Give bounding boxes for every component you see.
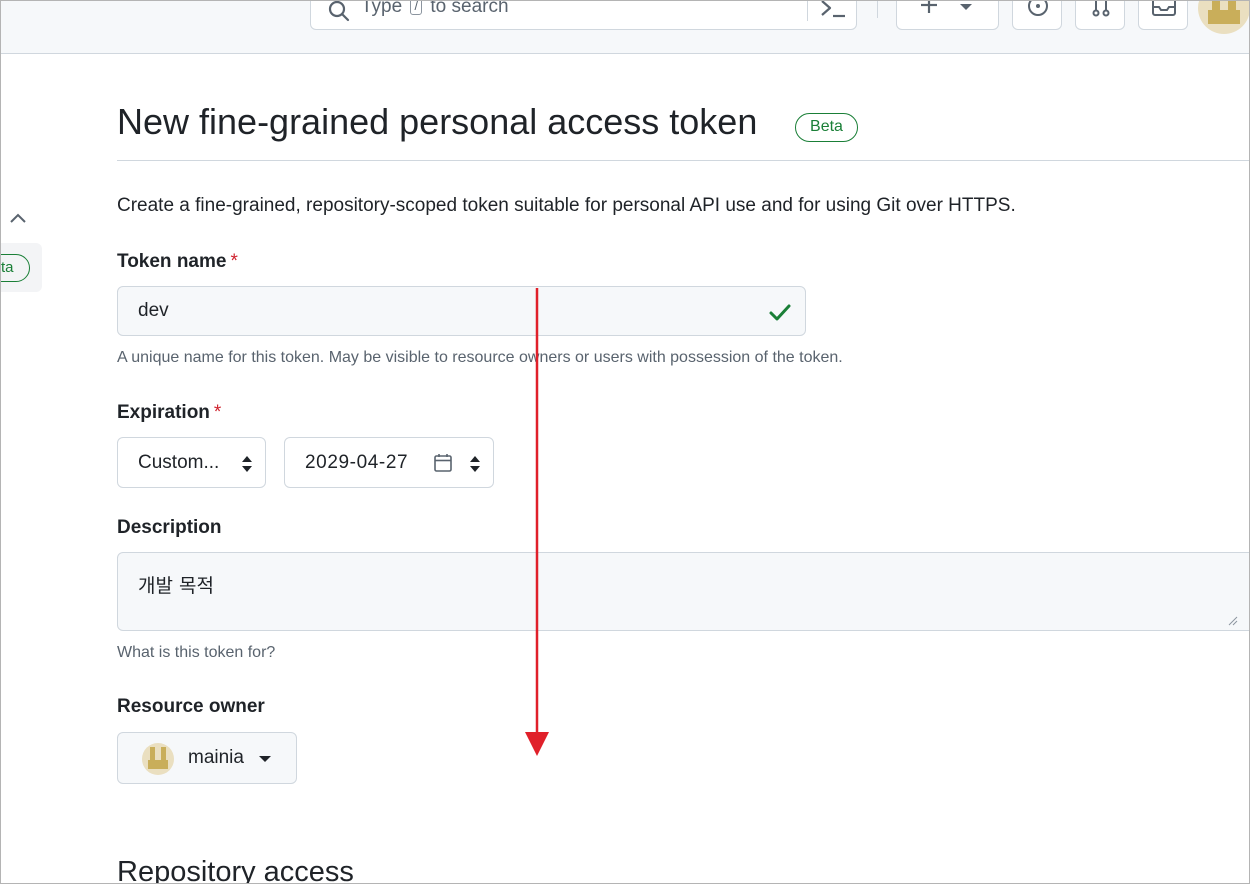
expiration-date-input[interactable]: 2029-04-27 <box>284 437 494 488</box>
title-divider <box>117 160 1250 161</box>
page-title: New fine-grained personal access token <box>117 101 758 142</box>
pull-requests-icon <box>1092 0 1110 17</box>
calendar-icon[interactable] <box>433 453 453 473</box>
resize-grip-icon[interactable] <box>1228 616 1238 626</box>
search-text-after: to search <box>430 0 509 17</box>
inbox-button[interactable] <box>1138 0 1188 30</box>
token-name-input[interactable]: dev <box>117 286 806 336</box>
required-mark: * <box>213 402 222 423</box>
description-label: Description <box>117 517 222 538</box>
chevron-up-icon[interactable] <box>8 208 28 228</box>
issues-icon <box>1028 0 1048 16</box>
required-mark: * <box>230 251 238 272</box>
expiration-label: Expiration * <box>117 402 221 424</box>
issues-button[interactable] <box>1012 0 1062 30</box>
expiration-label-text: Expiration <box>117 402 210 423</box>
description-textarea[interactable]: 개발 목적 <box>117 552 1250 631</box>
repository-access-heading: Repository access <box>117 856 354 884</box>
check-icon <box>769 304 791 321</box>
pull-requests-button[interactable] <box>1075 0 1125 30</box>
token-name-label-text: Token name <box>117 251 227 272</box>
token-name-label: Token name * <box>117 251 238 273</box>
inbox-icon <box>1152 0 1176 16</box>
avatar-identicon <box>1208 0 1240 24</box>
description-value: 개발 목적 <box>138 575 214 597</box>
expiration-select[interactable]: Custom... <box>117 437 266 488</box>
beta-badge: Beta <box>795 113 858 142</box>
search-icon <box>328 0 350 22</box>
avatar-identicon <box>148 747 168 769</box>
chevron-down-icon <box>960 4 972 10</box>
annotation-arrow <box>525 288 549 756</box>
search-shortcut-key: / <box>410 0 423 15</box>
create-new-button[interactable] <box>896 0 999 30</box>
search-placeholder: Type / to search <box>361 0 509 18</box>
plus-icon <box>921 0 937 13</box>
search-divider <box>807 0 808 21</box>
sidebar-item-fine-grained-tokens[interactable]: ta <box>0 243 42 292</box>
header-divider <box>877 0 878 18</box>
top-header: Type / to search <box>0 0 1250 54</box>
expiration-date-value: 2029-04-27 <box>305 452 409 473</box>
description-hint: What is this token for? <box>117 644 276 661</box>
command-palette-icon[interactable] <box>819 0 847 19</box>
expiration-select-value: Custom... <box>138 452 220 473</box>
sidebar-beta-badge: ta <box>0 254 30 282</box>
owner-name: mainia <box>188 747 244 768</box>
token-name-value: dev <box>138 300 169 321</box>
search-text-before: Type <box>361 0 403 17</box>
select-arrows-icon <box>470 456 480 472</box>
resource-owner-dropdown[interactable]: mainia <box>117 732 297 784</box>
user-avatar[interactable] <box>1198 0 1250 34</box>
search-input[interactable]: Type / to search <box>310 0 857 30</box>
owner-avatar <box>142 743 174 775</box>
intro-text: Create a fine-grained, repository-scoped… <box>117 195 1016 216</box>
token-name-hint: A unique name for this token. May be vis… <box>117 349 843 366</box>
caret-down-icon <box>259 756 271 762</box>
resource-owner-label: Resource owner <box>117 696 265 717</box>
select-arrows-icon <box>242 456 252 472</box>
